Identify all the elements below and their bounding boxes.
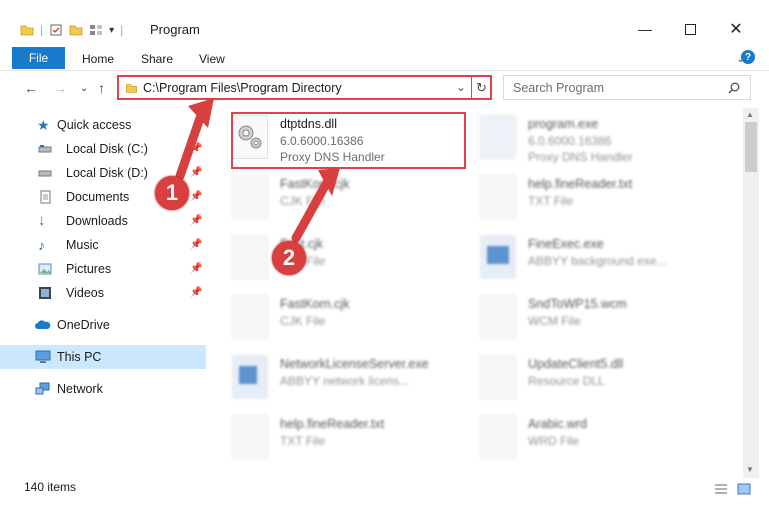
step-marker-2: 2 xyxy=(272,241,306,275)
file-explorer-window: | ▾ | Program — ✕ File Home Share View ⌄… xyxy=(0,0,769,506)
annotation-arrows xyxy=(175,98,340,243)
step-marker-1: 1 xyxy=(155,176,189,210)
